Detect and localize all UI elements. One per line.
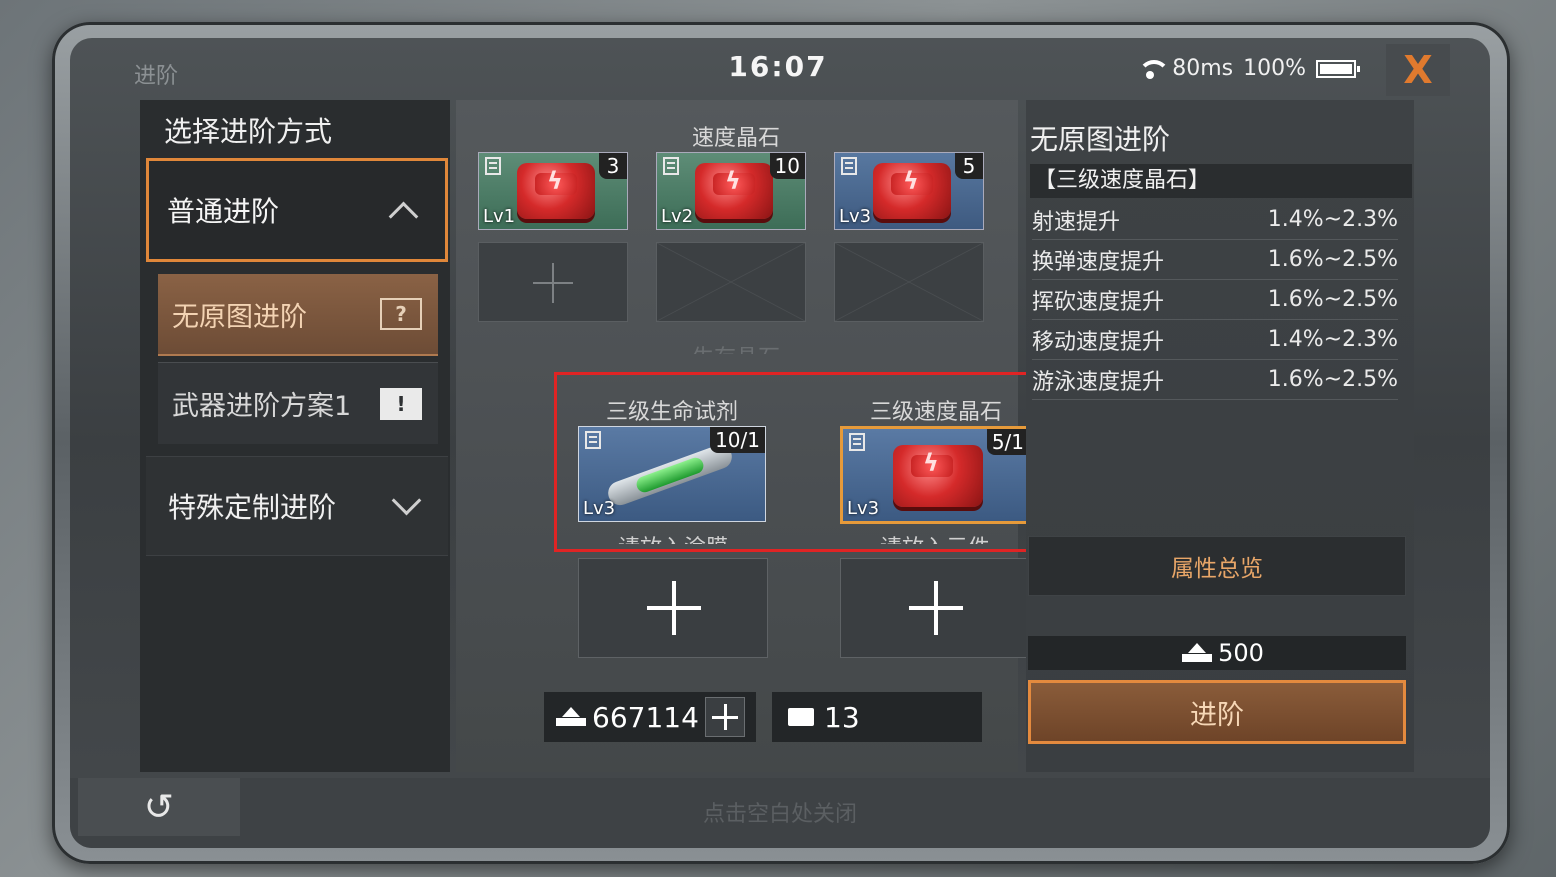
coin-icon <box>556 707 586 727</box>
coin-icon <box>1182 643 1213 663</box>
stat-value: 1.4%~2.3% <box>1267 327 1398 352</box>
close-hint[interactable]: 点击空白处关闭 <box>70 796 1490 828</box>
tag-icon <box>585 431 601 449</box>
close-icon: X <box>1403 48 1433 92</box>
stat-value: 1.6%~2.5% <box>1267 247 1398 272</box>
speed-crystal-icon <box>873 163 951 219</box>
tag-icon <box>485 157 501 175</box>
tag-icon <box>663 157 679 175</box>
add-coating-slot[interactable] <box>578 558 768 658</box>
close-button[interactable]: X <box>1386 44 1450 96</box>
item-count: 5 <box>955 153 983 179</box>
survival-crystal-title: 生存晶石 <box>456 340 1016 354</box>
crystal-card-lv1[interactable]: 3 Lv1 <box>478 152 628 230</box>
stat-name: 换弹速度提升 <box>1032 249 1165 275</box>
battery-value: 100% <box>1243 56 1306 81</box>
material-card-speed-crystal[interactable]: 5/1 Lv3 <box>840 426 1032 524</box>
item-level: Lv3 <box>583 498 616 519</box>
currency-balance: 667114 <box>544 692 756 742</box>
document-question-icon: ? <box>380 298 422 330</box>
ticket-balance: 13 <box>772 692 982 742</box>
speed-crystal-icon <box>695 163 773 219</box>
add-currency-button[interactable] <box>704 697 745 737</box>
stat-name: 移动速度提升 <box>1032 329 1165 355</box>
bottom-bar: ↺ 点击空白处关闭 <box>70 778 1490 848</box>
mode-item-weapon-plan[interactable]: 武器进阶方案1 ! <box>158 362 438 444</box>
stat-name: 游泳速度提升 <box>1032 369 1165 395</box>
special-advance-toggle[interactable]: 特殊定制进阶 <box>146 456 448 556</box>
speed-crystal-icon <box>517 163 595 219</box>
special-advance-label: 特殊定制进阶 <box>168 491 337 524</box>
item-level: Lv1 <box>483 206 516 227</box>
detail-title: 无原图进阶 <box>1030 123 1171 156</box>
mode-panel: 选择进阶方式 普通进阶 无原图进阶 ? 武器进阶方案1 ! 特殊定制进阶 <box>140 100 450 772</box>
item-count: 10 <box>769 153 805 179</box>
speed-crystal-title: 速度晶石 <box>691 126 780 151</box>
normal-advance-label: 普通进阶 <box>167 195 280 228</box>
stat-row: 移动速度提升 1.4%~2.3% <box>1032 320 1398 360</box>
mode-item-label: 武器进阶方案1 <box>172 391 352 422</box>
stat-name: 射速提升 <box>1032 209 1121 235</box>
material-panel: 速度晶石 3 Lv1 10 Lv2 5 Lv3 生存晶石 三级生命试剂 <box>456 100 1068 772</box>
add-item-slot[interactable] <box>478 242 628 322</box>
slot-hint: 请放入涂膜 <box>578 530 768 544</box>
plus-icon <box>647 581 701 635</box>
item-level: Lv3 <box>839 206 872 227</box>
mode-item-no-blueprint[interactable]: 无原图进阶 ? <box>158 274 438 356</box>
item-level: Lv2 <box>661 206 694 227</box>
detail-panel: 无原图进阶 【三级速度晶石】 射速提升 1.4%~2.3% 换弹速度提升 1.6… <box>1026 100 1414 772</box>
chevron-up-icon <box>389 202 417 218</box>
normal-advance-toggle[interactable]: 普通进阶 <box>146 158 448 262</box>
crystal-card-lv2[interactable]: 10 Lv2 <box>656 152 806 230</box>
attribute-overview-label: 属性总览 <box>1171 556 1263 582</box>
battery-icon <box>1316 59 1360 78</box>
material-count: 5/1 <box>986 429 1029 455</box>
stat-value: 1.4%~2.3% <box>1267 207 1398 232</box>
crystal-card-lv3[interactable]: 5 Lv3 <box>834 152 984 230</box>
ticket-amount: 13 <box>824 700 860 734</box>
wifi-icon <box>1138 59 1171 79</box>
add-component-slot[interactable] <box>840 558 1030 658</box>
stat-value: 1.6%~2.5% <box>1267 367 1398 392</box>
mode-panel-heading: 选择进阶方式 <box>164 115 333 148</box>
advance-screen: 进阶 16:07 80ms 100% X 选择进阶方式 普通进阶 无原图进阶 ?… <box>70 38 1490 848</box>
stat-row: 换弹速度提升 1.6%~2.5% <box>1032 240 1398 280</box>
advance-cost-value: 500 <box>1218 639 1264 667</box>
material-title: 三级生命试剂 <box>605 400 738 425</box>
document-warning-icon: ! <box>380 387 422 420</box>
stat-row: 游泳速度提升 1.6%~2.5% <box>1032 360 1398 400</box>
material-card-life-reagent[interactable]: 10/1 Lv3 <box>578 426 766 522</box>
stat-name: 挥砍速度提升 <box>1032 289 1165 315</box>
slot-hint: 请放入元件 <box>840 530 1030 544</box>
tag-icon <box>841 157 857 175</box>
status-indicators: 80ms 100% <box>1138 56 1360 81</box>
advance-button[interactable]: 进阶 <box>1028 680 1406 744</box>
attribute-overview-button[interactable]: 属性总览 <box>1028 536 1406 596</box>
material-count: 10/1 <box>710 427 765 453</box>
detail-subtitle: 【三级速度晶石】 <box>1030 164 1412 198</box>
stat-row: 射速提升 1.4%~2.3% <box>1032 200 1398 240</box>
chevron-down-icon <box>392 498 420 514</box>
stat-value: 1.6%~2.5% <box>1267 287 1398 312</box>
advance-cost: 500 <box>1028 636 1406 670</box>
currency-amount: 667114 <box>592 700 699 734</box>
item-count: 3 <box>599 153 627 179</box>
speed-crystal-icon <box>893 445 983 507</box>
mode-item-label: 无原图进阶 <box>172 301 307 333</box>
material-title: 三级速度晶石 <box>869 400 1002 425</box>
stat-row: 挥砍速度提升 1.6%~2.5% <box>1032 280 1398 320</box>
advance-button-label: 进阶 <box>1190 699 1244 731</box>
empty-slot <box>656 242 806 322</box>
ticket-icon <box>788 708 814 726</box>
empty-slot <box>834 242 984 322</box>
tag-icon <box>849 433 865 451</box>
item-level: Lv3 <box>847 498 880 519</box>
plus-icon <box>533 263 573 303</box>
ping-value: 80ms <box>1172 56 1234 81</box>
plus-icon <box>909 581 963 635</box>
